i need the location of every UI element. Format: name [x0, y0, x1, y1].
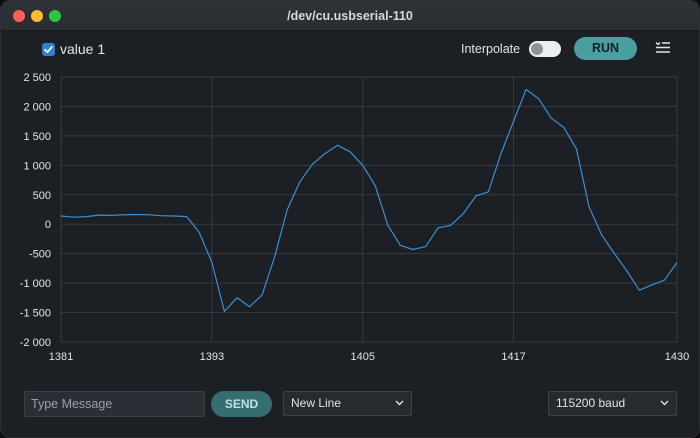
title-bar: /dev/cu.usbserial-110 — [1, 1, 699, 31]
interpolate-toggle[interactable] — [529, 41, 561, 57]
check-icon — [44, 45, 53, 54]
line-chart: 2 500 2 000 1 500 1 000 500 0 -500 -1 000 -1 500… — [20, 72, 689, 363]
plotter-toolbar: value 1 Interpolate RUN — [1, 31, 699, 69]
x-tick-label: 1430 — [665, 351, 689, 363]
window-title: /dev/cu.usbserial-110 — [287, 9, 413, 23]
line-ending-select[interactable]: New Line — [283, 391, 412, 416]
x-tick-label: 1405 — [350, 351, 374, 363]
y-tick-label: 2 000 — [23, 101, 51, 113]
line-ending-value: New Line — [291, 396, 342, 410]
x-tick-label: 1393 — [200, 351, 224, 363]
y-tick-label: -500 — [29, 249, 51, 261]
y-tick-label: -1 000 — [20, 278, 51, 290]
y-tick-label: 500 — [33, 190, 51, 202]
chart-series — [60, 88, 678, 312]
serial-plotter-window: /dev/cu.usbserial-110 value 1 Interpolat… — [0, 0, 700, 438]
y-tick-label: 0 — [45, 219, 51, 231]
chevron-down-icon — [660, 400, 669, 406]
interpolate-label: Interpolate — [461, 42, 521, 56]
series-line-1 — [60, 88, 678, 312]
baud-rate-value: 115200 baud — [556, 396, 626, 410]
chart-axes: 2 500 2 000 1 500 1 000 500 0 -500 -1 000 -1 500… — [20, 72, 689, 363]
message-bar: SEND New Line 115200 baud — [1, 389, 699, 419]
run-button[interactable]: RUN — [574, 37, 637, 60]
plot-area-border — [60, 76, 678, 343]
send-button[interactable]: SEND — [211, 391, 272, 417]
y-tick-label: -1 500 — [20, 308, 51, 320]
x-tick-label: 1417 — [501, 351, 525, 363]
series-label: value 1 — [60, 41, 106, 57]
y-tick-label: -2 000 — [20, 337, 51, 349]
chart-grid — [60, 76, 678, 343]
x-tick-label: 1381 — [49, 351, 73, 363]
message-input[interactable] — [24, 391, 205, 417]
toggle-knob — [531, 43, 543, 55]
y-tick-label: 2 500 — [23, 72, 51, 84]
y-tick-label: 1 500 — [23, 131, 51, 143]
series-checkbox[interactable] — [42, 43, 55, 56]
baud-rate-select[interactable]: 115200 baud — [548, 391, 677, 416]
y-tick-label: 1 000 — [23, 160, 51, 172]
chevron-down-icon — [395, 400, 404, 406]
list-menu-icon[interactable] — [655, 41, 671, 60]
